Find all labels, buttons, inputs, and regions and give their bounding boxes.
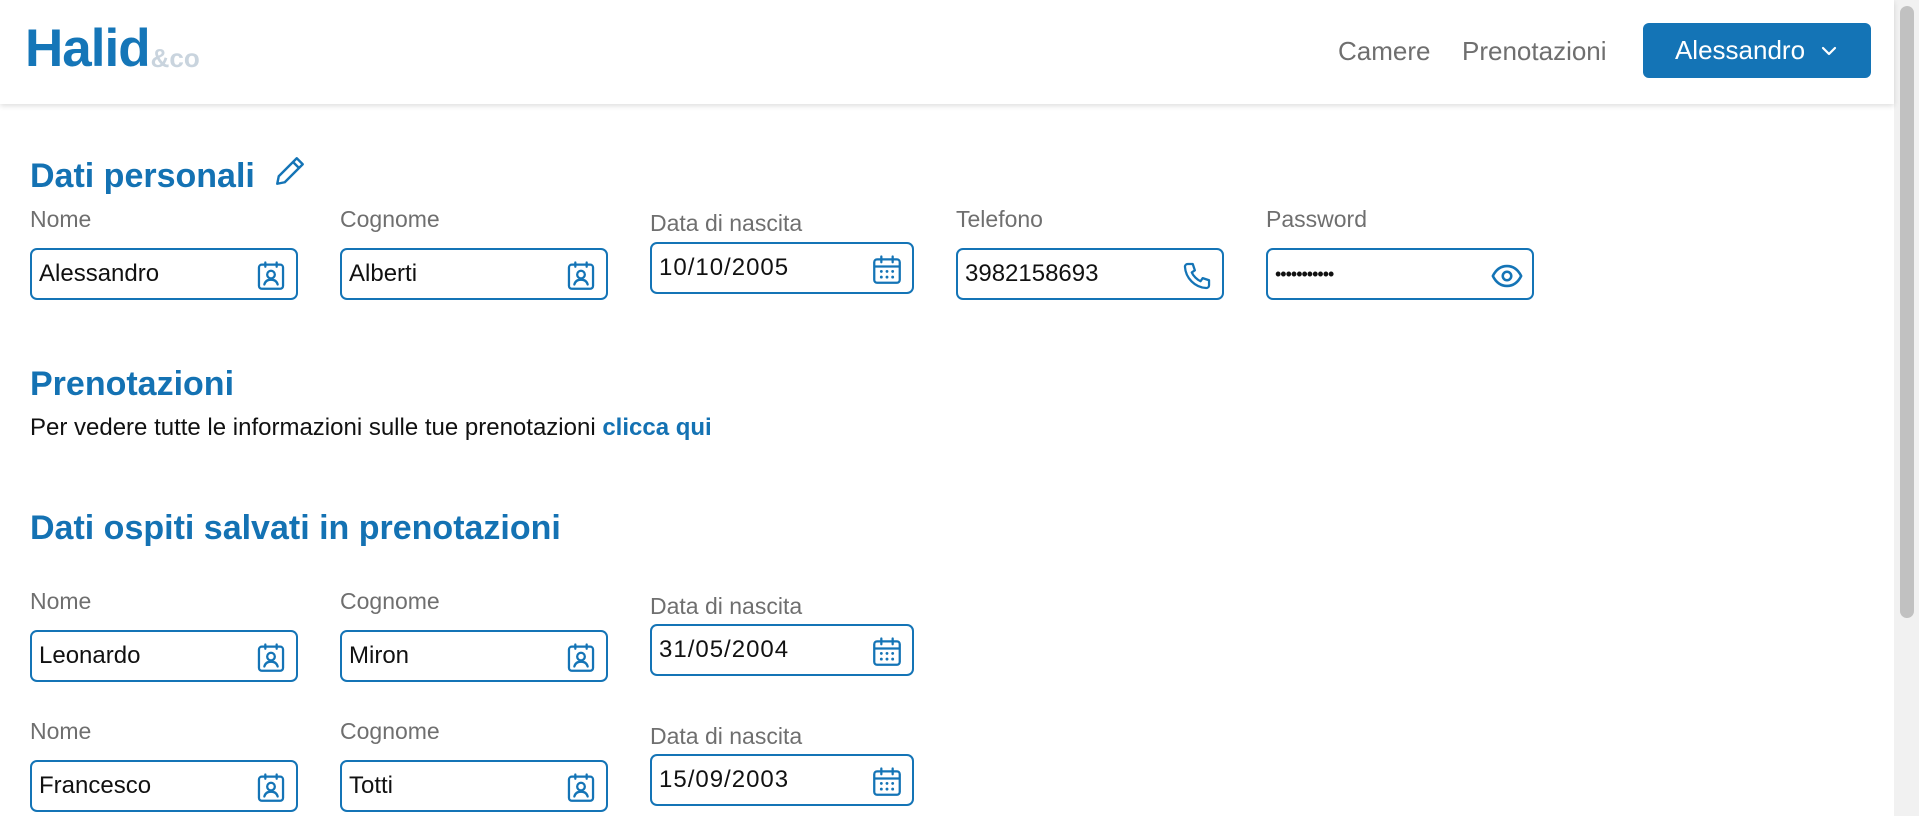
- guest-data-nascita-field[interactable]: [650, 754, 914, 806]
- bookings-info-label: Per vedere tutte le informazioni sulle t…: [30, 414, 603, 441]
- guest-nome-field[interactable]: [30, 760, 298, 812]
- nav-link-prenotazioni[interactable]: Prenotazioni: [1462, 35, 1607, 67]
- label-password: Password: [1266, 206, 1367, 232]
- bookings-link[interactable]: clicca qui: [602, 414, 711, 441]
- bookings-info-text: Per vedere tutte le informazioni sulle t…: [30, 413, 712, 443]
- guest-cognome-input[interactable]: [349, 632, 559, 680]
- contact-card-icon: [564, 771, 598, 805]
- cognome-field[interactable]: [340, 248, 608, 300]
- section-title-bookings: Prenotazioni: [30, 365, 235, 403]
- guest-cognome-field[interactable]: [340, 760, 608, 812]
- logo[interactable]: Halid &co: [25, 20, 200, 78]
- label-data-nascita: Data di nascita: [650, 210, 803, 236]
- guest-data-nascita-input[interactable]: [659, 626, 869, 674]
- phone-icon: [1180, 259, 1214, 293]
- guest-cognome-field[interactable]: [340, 630, 608, 682]
- header: Halid &co Camere Prenotazioni Alessandro: [0, 0, 1894, 104]
- user-menu-label: Alessandro: [1674, 35, 1806, 65]
- guest-label-cognome: Cognome: [340, 718, 440, 744]
- nav-link-camere[interactable]: Camere: [1338, 35, 1430, 67]
- calendar-icon[interactable]: [870, 765, 904, 799]
- label-nome: Nome: [30, 206, 92, 232]
- guest-label-nome: Nome: [30, 588, 92, 614]
- contact-card-icon: [254, 641, 288, 675]
- scrollbar-thumb[interactable]: [1900, 6, 1914, 618]
- label-telefono: Telefono: [956, 206, 1043, 232]
- section-title-guests: Dati ospiti salvati in prenotazioni: [30, 509, 561, 547]
- cognome-input[interactable]: [349, 250, 559, 298]
- user-menu-button[interactable]: Alessandro: [1643, 23, 1871, 78]
- guest-label-cognome: Cognome: [340, 588, 440, 614]
- contact-card-icon: [254, 771, 288, 805]
- calendar-icon[interactable]: [870, 253, 904, 287]
- data-nascita-input[interactable]: [659, 244, 869, 292]
- contact-card-icon: [254, 259, 288, 293]
- telefono-field[interactable]: [956, 248, 1224, 300]
- chevron-down-icon: [1821, 46, 1837, 55]
- guest-data-nascita-input[interactable]: [659, 756, 869, 804]
- contact-card-icon: [564, 641, 598, 675]
- guest-nome-input[interactable]: [39, 762, 249, 810]
- label-cognome: Cognome: [340, 206, 440, 232]
- guest-label-nome: Nome: [30, 718, 92, 744]
- guest-label-data-nascita: Data di nascita: [650, 593, 803, 619]
- scrollbar[interactable]: [1894, 0, 1919, 816]
- guest-cognome-input[interactable]: [349, 762, 559, 810]
- logo-main: Halid: [25, 19, 151, 78]
- nome-input[interactable]: [39, 250, 249, 298]
- guest-label-data-nascita: Data di nascita: [650, 723, 803, 749]
- telefono-input[interactable]: [965, 250, 1175, 298]
- data-nascita-field[interactable]: [650, 242, 914, 294]
- section-title-personal: Dati personali: [30, 157, 255, 195]
- eye-icon[interactable]: [1490, 259, 1524, 293]
- pencil-icon[interactable]: [272, 153, 308, 189]
- password-input[interactable]: [1275, 250, 1485, 298]
- guest-nome-field[interactable]: [30, 630, 298, 682]
- calendar-icon[interactable]: [870, 635, 904, 669]
- guest-nome-input[interactable]: [39, 632, 249, 680]
- guest-data-nascita-field[interactable]: [650, 624, 914, 676]
- logo-sub: &co: [150, 43, 200, 73]
- contact-card-icon: [564, 259, 598, 293]
- password-field[interactable]: [1266, 248, 1534, 300]
- nome-field[interactable]: [30, 248, 298, 300]
